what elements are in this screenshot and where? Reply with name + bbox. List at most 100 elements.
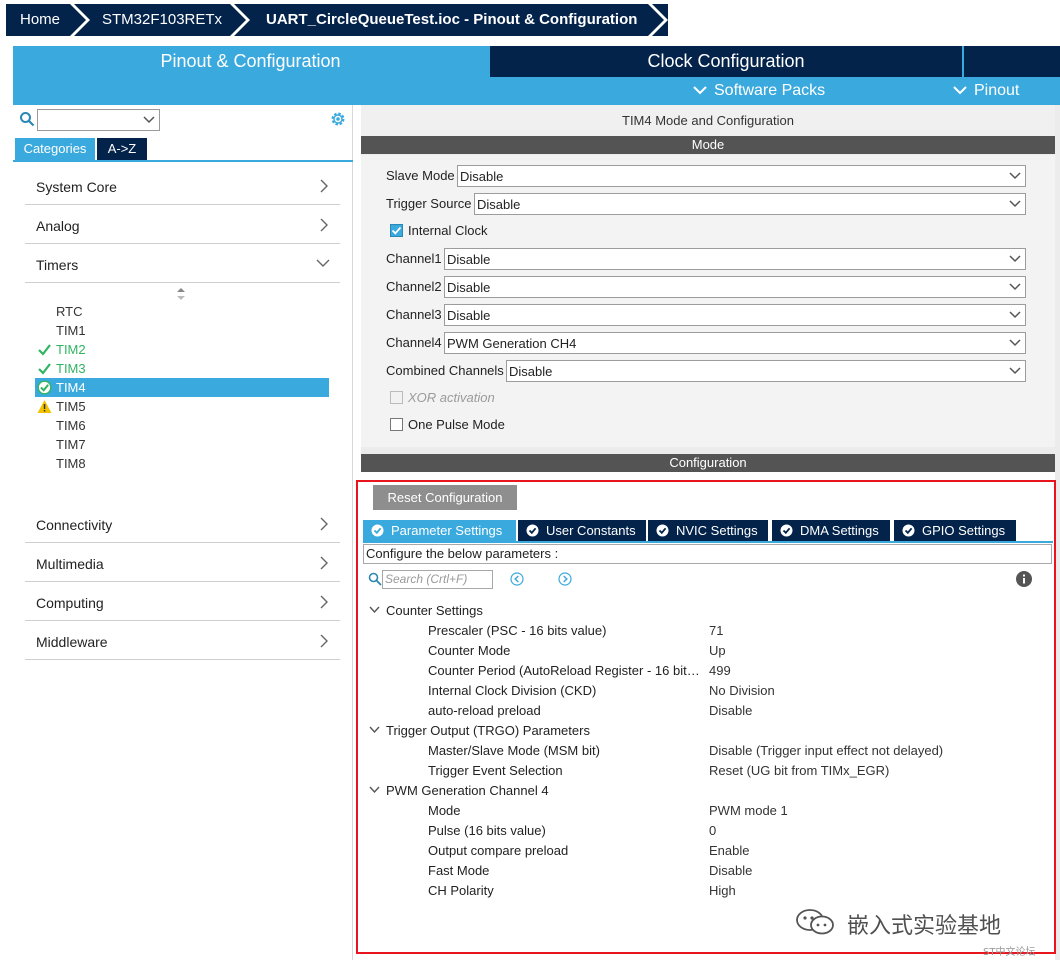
check-icon: [38, 363, 51, 375]
timer-item-tim3[interactable]: TIM3: [35, 359, 329, 378]
timer-item-tim7[interactable]: TIM7: [35, 435, 329, 454]
param-value[interactable]: PWM mode 1: [709, 803, 788, 818]
param-name[interactable]: Mode: [428, 803, 700, 818]
tab-nvic-settings[interactable]: NVIC Settings: [648, 520, 768, 541]
param-value[interactable]: No Division: [709, 683, 775, 698]
param-value[interactable]: 71: [709, 623, 723, 638]
timer-item-tim8[interactable]: TIM8: [35, 454, 329, 473]
pinout-menu[interactable]: Pinout: [953, 77, 1019, 105]
collapse-icon: [369, 786, 380, 794]
check-circle-icon: [526, 524, 539, 537]
tab-a-z[interactable]: A->Z: [97, 138, 147, 160]
reset-configuration-button[interactable]: Reset Configuration: [373, 485, 517, 510]
param-value[interactable]: Disable: [709, 863, 752, 878]
next-match-icon[interactable]: [558, 572, 572, 586]
category-middleware[interactable]: Middleware: [25, 622, 340, 660]
breadcrumb-chip[interactable]: STM32F103RETx: [102, 4, 222, 36]
param-value[interactable]: Enable: [709, 843, 749, 858]
mode-section: Slave Mode Disable Trigger Source Disabl…: [361, 155, 1055, 447]
timer-item-tim4[interactable]: TIM4: [35, 378, 329, 397]
timer-item-rtc[interactable]: RTC: [35, 302, 329, 321]
breadcrumb-home[interactable]: Home: [20, 4, 60, 36]
category-panel: Categories A->Z System Core Analog Timer…: [13, 105, 353, 960]
timer-item-tim2[interactable]: TIM2: [35, 340, 329, 359]
chevron-right-icon: [320, 634, 328, 648]
param-name[interactable]: Fast Mode: [428, 863, 700, 878]
category-timers[interactable]: Timers: [25, 245, 340, 283]
channel1-select[interactable]: Disable: [444, 248, 1026, 270]
check-circle-icon: [656, 524, 669, 537]
param-value[interactable]: 499: [709, 663, 731, 678]
tab-categories[interactable]: Categories: [15, 138, 95, 160]
parameter-search-input[interactable]: Search (Crtl+F): [382, 570, 493, 589]
param-name[interactable]: Counter Mode: [428, 643, 700, 658]
param-value[interactable]: 0: [709, 823, 716, 838]
tab-pinout-configuration[interactable]: Pinout & Configuration: [13, 46, 488, 77]
tab-dma-settings[interactable]: DMA Settings: [772, 520, 890, 541]
param-name[interactable]: Pulse (16 bits value): [428, 823, 700, 838]
chevron-right-icon: [320, 595, 328, 609]
category-computing[interactable]: Computing: [25, 583, 340, 621]
internal-clock-checkbox[interactable]: [390, 224, 403, 237]
chevron-down-icon: [1009, 200, 1021, 208]
check-circle-icon: [902, 524, 915, 537]
combined-channels-label: Combined Channels: [386, 363, 504, 378]
timer-label: TIM6: [56, 418, 86, 433]
param-name[interactable]: Internal Clock Division (CKD): [428, 683, 700, 698]
category-search-combo[interactable]: [37, 109, 160, 131]
timer-item-tim1[interactable]: TIM1: [35, 321, 329, 340]
param-name[interactable]: Output compare preload: [428, 843, 700, 858]
param-value[interactable]: Reset (UG bit from TIMx_EGR): [709, 763, 889, 778]
param-value[interactable]: Disable (Trigger input effect not delaye…: [709, 743, 943, 758]
channel2-value: Disable: [447, 280, 491, 295]
tab-clock-configuration[interactable]: Clock Configuration: [490, 46, 962, 77]
category-connectivity[interactable]: Connectivity: [25, 505, 340, 543]
channel2-select[interactable]: Disable: [444, 276, 1026, 298]
tab-extra[interactable]: [964, 46, 1060, 77]
channel3-select[interactable]: Disable: [444, 304, 1026, 326]
combined-channels-select[interactable]: Disable: [506, 360, 1026, 382]
tab-user-constants[interactable]: User Constants: [518, 520, 646, 541]
chevron-right-icon: [320, 218, 328, 232]
tab-gpio-settings[interactable]: GPIO Settings: [894, 520, 1016, 541]
param-name[interactable]: Trigger Event Selection: [428, 763, 700, 778]
trigger-source-select[interactable]: Disable: [474, 193, 1026, 215]
search-icon[interactable]: [19, 111, 35, 127]
param-name[interactable]: Counter Period (AutoReload Register - 16…: [428, 663, 700, 678]
software-packs-menu[interactable]: Software Packs: [693, 77, 825, 105]
gear-icon[interactable]: [329, 110, 347, 128]
timer-label: TIM5: [56, 399, 86, 414]
param-name[interactable]: Prescaler (PSC - 16 bits value): [428, 623, 700, 638]
tab-parameter-settings[interactable]: Parameter Settings: [363, 520, 516, 541]
timer-item-tim6[interactable]: TIM6: [35, 416, 329, 435]
breadcrumb-file[interactable]: UART_CircleQueueTest.ioc - Pinout & Conf…: [266, 4, 637, 36]
breadcrumb-separator-icon: [68, 2, 90, 38]
param-value[interactable]: High: [709, 883, 736, 898]
param-name[interactable]: auto-reload preload: [428, 703, 700, 718]
previous-match-icon[interactable]: [510, 572, 524, 586]
param-name[interactable]: Master/Slave Mode (MSM bit): [428, 743, 700, 758]
sort-icon[interactable]: [176, 288, 186, 300]
check-circle-icon: [371, 524, 384, 537]
top-tab-bar: Pinout & Configuration Clock Configurati…: [13, 46, 1060, 77]
category-multimedia[interactable]: Multimedia: [25, 544, 340, 582]
timer-label: TIM7: [56, 437, 86, 452]
breadcrumb-bar: Home STM32F103RETx UART_CircleQueueTest.…: [0, 0, 1060, 42]
warning-icon: [37, 400, 52, 413]
param-name[interactable]: CH Polarity: [428, 883, 700, 898]
param-value[interactable]: Up: [709, 643, 726, 658]
search-icon[interactable]: [368, 572, 382, 586]
mode-section-header: Mode: [361, 136, 1055, 154]
info-icon[interactable]: [1016, 571, 1032, 587]
slave-mode-select[interactable]: Disable: [457, 165, 1026, 187]
timer-label: TIM2: [56, 342, 86, 357]
breadcrumb: Home STM32F103RETx UART_CircleQueueTest.…: [6, 2, 1060, 38]
param-value[interactable]: Disable: [709, 703, 752, 718]
channel4-select[interactable]: PWM Generation CH4: [444, 332, 1026, 354]
timer-item-tim5[interactable]: TIM5: [35, 397, 329, 416]
category-analog[interactable]: Analog: [25, 206, 340, 244]
category-system-core[interactable]: System Core: [25, 167, 340, 205]
xor-activation-label: XOR activation: [408, 390, 495, 405]
one-pulse-mode-checkbox[interactable]: [390, 418, 403, 431]
chevron-down-icon: [1009, 172, 1021, 180]
